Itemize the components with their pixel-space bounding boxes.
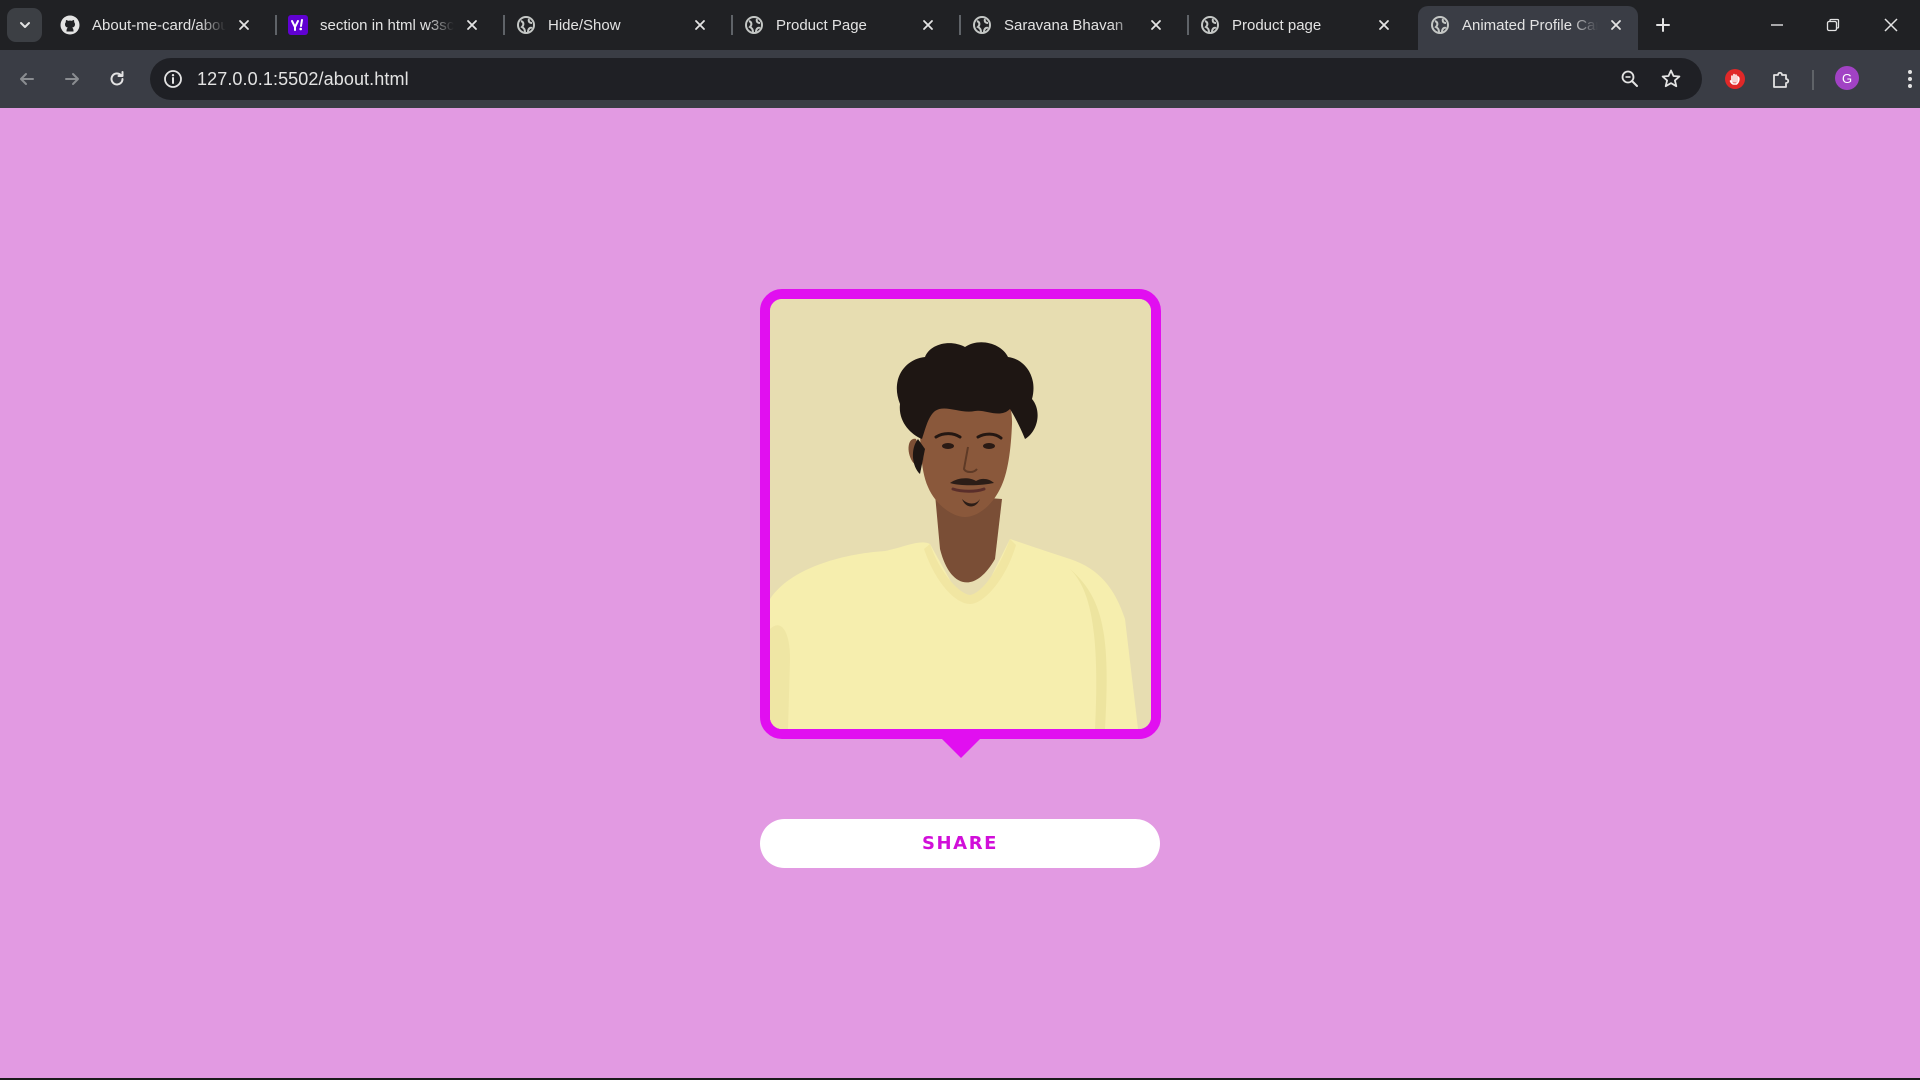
tab-product-page-2[interactable]: Product page (1188, 6, 1406, 44)
bookmark-star-icon[interactable] (1657, 65, 1685, 93)
tab-title: About-me-card/abou (92, 16, 226, 34)
address-bar[interactable]: 127.0.0.1:5502/about.html (150, 58, 1702, 100)
profile-photo (770, 299, 1151, 729)
close-icon[interactable] (1374, 15, 1394, 35)
page-viewport: SHARE (0, 108, 1920, 1078)
minimize-icon (1771, 24, 1783, 26)
info-icon[interactable] (162, 68, 184, 90)
browser-toolbar: 127.0.0.1:5502/about.html (0, 50, 1920, 108)
profile-card (760, 289, 1161, 739)
globe-icon (1200, 15, 1220, 35)
minimize-button[interactable] (1749, 0, 1805, 50)
close-icon[interactable] (690, 15, 710, 35)
tab-title: Animated Profile Car (1462, 16, 1598, 34)
tab-hide-show[interactable]: Hide/Show (504, 6, 722, 44)
url-text[interactable]: 127.0.0.1:5502/about.html (197, 69, 409, 90)
globe-icon (744, 15, 764, 35)
restore-icon (1826, 18, 1840, 32)
tab-search-button[interactable] (7, 8, 42, 42)
profile-avatar[interactable]: G (1835, 66, 1859, 90)
toolbar-divider (1812, 70, 1814, 90)
tab-animated-profile-card[interactable]: Animated Profile Car (1418, 6, 1638, 50)
arrow-right-icon (65, 73, 79, 85)
zoom-icon[interactable] (1616, 65, 1644, 93)
new-tab-button[interactable] (1650, 12, 1676, 38)
globe-icon (516, 15, 536, 35)
close-icon[interactable] (1606, 15, 1626, 35)
github-icon (60, 15, 80, 35)
extension-blocker-button[interactable] (1718, 62, 1752, 96)
close-icon[interactable] (918, 15, 938, 35)
close-icon (1884, 18, 1898, 32)
tab-title: section in html w3sch (320, 16, 454, 34)
close-icon[interactable] (234, 15, 254, 35)
arrow-left-icon (20, 73, 34, 85)
tab-title: Saravana Bhavan (1004, 16, 1124, 34)
chevron-down-icon (19, 22, 30, 28)
tab-about-me-card[interactable]: About-me-card/abou (48, 6, 266, 44)
menu-button[interactable] (1893, 62, 1920, 96)
card-pointer (942, 739, 980, 758)
share-button[interactable]: SHARE (760, 819, 1160, 868)
tab-strip: About-me-card/abou section in html w3sch (0, 0, 1920, 50)
puzzle-icon (1773, 71, 1790, 88)
reload-icon (110, 71, 124, 86)
tab-product-page[interactable]: Product Page (732, 6, 950, 44)
tab-section-in-html[interactable]: section in html w3sch (276, 6, 494, 44)
tab-title: Product page (1232, 16, 1322, 34)
globe-icon (972, 15, 992, 35)
yahoo-icon (288, 15, 308, 35)
close-icon[interactable] (462, 15, 482, 35)
plus-icon (1656, 18, 1670, 32)
globe-icon (1430, 15, 1450, 35)
extensions-button[interactable] (1764, 62, 1798, 96)
close-window-button[interactable] (1863, 0, 1919, 50)
reload-button[interactable] (100, 62, 134, 96)
close-icon[interactable] (1146, 15, 1166, 35)
tab-saravana-bhavan[interactable]: Saravana Bhavan (960, 6, 1178, 44)
more-vertical-icon (1908, 70, 1912, 88)
hand-stop-icon (1725, 69, 1745, 89)
forward-button[interactable] (55, 62, 89, 96)
tab-title: Hide/Show (548, 16, 621, 34)
back-button[interactable] (10, 62, 44, 96)
tab-title: Product Page (776, 16, 867, 34)
restore-button[interactable] (1805, 0, 1861, 50)
